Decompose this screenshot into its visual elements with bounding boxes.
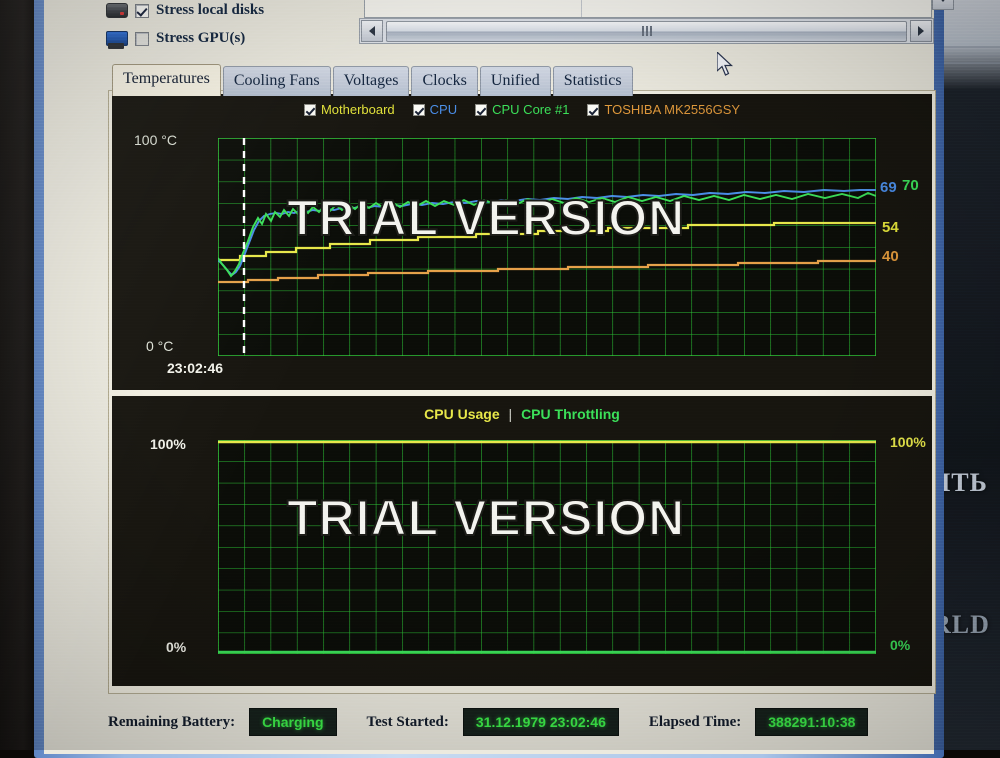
- cpu-usage-y-top-left: 100%: [150, 436, 186, 452]
- temperature-chart-legend[interactable]: Motherboard CPU CPU Core #1 TOSHIBA MK25…: [112, 102, 932, 117]
- remaining-battery-value: Charging: [249, 708, 337, 736]
- stress-local-disks-checkbox[interactable]: [135, 3, 149, 18]
- tab-bar[interactable]: Temperatures Cooling Fans Voltages Clock…: [112, 64, 635, 97]
- tab-temperatures[interactable]: Temperatures: [112, 64, 221, 97]
- horizontal-scrollbar[interactable]: [359, 18, 934, 44]
- option-row-stress-local-disks[interactable]: Stress local disks: [106, 2, 264, 19]
- scroll-left-button[interactable]: [361, 20, 383, 42]
- option-row-stress-gpus[interactable]: Stress GPU(s): [106, 30, 246, 49]
- legend-label-cpu: CPU: [429, 102, 458, 117]
- temperature-plot-svg: [218, 138, 876, 356]
- tab-voltages[interactable]: Voltages: [332, 66, 410, 97]
- chevron-right-icon: [918, 26, 924, 36]
- legend-item-toshiba[interactable]: TOSHIBA MK2556GSY: [587, 102, 740, 117]
- chevron-left-icon: [369, 26, 375, 36]
- cpu-usage-chart-title: CPU Usage | CPU Throttling: [112, 406, 932, 422]
- legend-label-toshiba: TOSHIBA MK2556GSY: [604, 102, 741, 117]
- temperature-y-axis-top-label: 100 °C: [134, 132, 177, 148]
- temperature-x-axis-start-label: 23:02:46: [167, 360, 224, 376]
- app-window-body: Stress local disks Stress GPU(s) Tempera…: [44, 0, 954, 754]
- legend-item-cpu[interactable]: CPU: [412, 102, 458, 117]
- test-started-label: Test Started:: [366, 713, 449, 730]
- legend-checkbox-motherboard[interactable]: [303, 103, 316, 116]
- cpu-usage-title-separator: |: [508, 406, 513, 422]
- scrollbar-thumb[interactable]: [386, 20, 907, 42]
- temperature-chart-watermark: TRIAL VERSION: [286, 189, 686, 247]
- temperature-chart: Motherboard CPU CPU Core #1 TOSHIBA MK25…: [112, 94, 932, 390]
- cpu-usage-title-primary: CPU Usage: [424, 406, 500, 422]
- tab-panel-temperatures: Motherboard CPU CPU Core #1 TOSHIBA MK25…: [108, 90, 936, 694]
- legend-checkbox-cpu[interactable]: [412, 103, 425, 116]
- mouse-cursor: [716, 50, 735, 77]
- elapsed-time-label: Elapsed Time:: [648, 713, 742, 730]
- cpu-usage-plot-area: [218, 440, 876, 654]
- temperature-y-axis-bottom-label: 0 °C: [146, 338, 174, 354]
- legend-checkbox-cpu-core-1[interactable]: [475, 103, 488, 116]
- stress-local-disks-label: Stress local disks: [156, 2, 265, 18]
- stress-gpus-label: Stress GPU(s): [156, 30, 246, 46]
- tab-unified[interactable]: Unified: [479, 66, 551, 97]
- list-column-divider: [581, 0, 582, 17]
- status-bar: Remaining Battery: Charging Test Started…: [108, 700, 988, 744]
- legend-item-motherboard[interactable]: Motherboard: [303, 102, 395, 117]
- legend-checkbox-toshiba[interactable]: [587, 103, 600, 116]
- tab-statistics[interactable]: Statistics: [552, 66, 633, 97]
- cpu-usage-y-bottom-left: 0%: [166, 639, 187, 655]
- temperature-value-cpu-core-1: 70: [902, 177, 919, 194]
- tab-clocks[interactable]: Clocks: [411, 66, 478, 97]
- legend-label-cpu-core-1: CPU Core #1: [492, 102, 570, 117]
- scroll-right-button[interactable]: [910, 20, 932, 42]
- vertical-scroll-down-button[interactable]: [932, 0, 954, 10]
- chevron-down-icon: [938, 0, 948, 2]
- stress-gpus-checkbox[interactable]: [135, 31, 149, 46]
- disk-icon: [106, 3, 128, 18]
- temperature-value-cpu: 69: [880, 179, 897, 196]
- elapsed-time-value: 388291:10:38: [755, 708, 869, 736]
- temperature-value-toshiba: 40: [882, 248, 899, 265]
- test-started-value: 31.12.1979 23:02:46: [462, 708, 619, 736]
- temperature-plot-area: [218, 138, 876, 356]
- device-list-panel[interactable]: [364, 0, 932, 18]
- cpu-usage-chart-watermark: TRIAL VERSION: [286, 489, 686, 547]
- legend-label-motherboard: Motherboard: [320, 102, 395, 117]
- gpu-icon: [106, 31, 128, 49]
- legend-item-cpu-core-1[interactable]: CPU Core #1: [475, 102, 569, 117]
- temperature-value-motherboard: 54: [882, 219, 899, 236]
- cpu-usage-title-secondary: CPU Throttling: [521, 406, 620, 422]
- screen-photo-scene: ИТЬ RLD Stress local disks Stress GPU(s): [0, 0, 1000, 758]
- cpu-usage-chart: CPU Usage | CPU Throttling 100% 0% 100% …: [112, 396, 932, 686]
- cpu-usage-y-bottom-right: 0%: [890, 637, 911, 653]
- grip-icon: [641, 26, 652, 36]
- cpu-usage-y-top-right: 100%: [890, 434, 926, 450]
- tab-cooling-fans[interactable]: Cooling Fans: [222, 66, 331, 97]
- cpu-usage-plot-svg: [218, 440, 876, 654]
- remaining-battery-label: Remaining Battery:: [108, 713, 236, 730]
